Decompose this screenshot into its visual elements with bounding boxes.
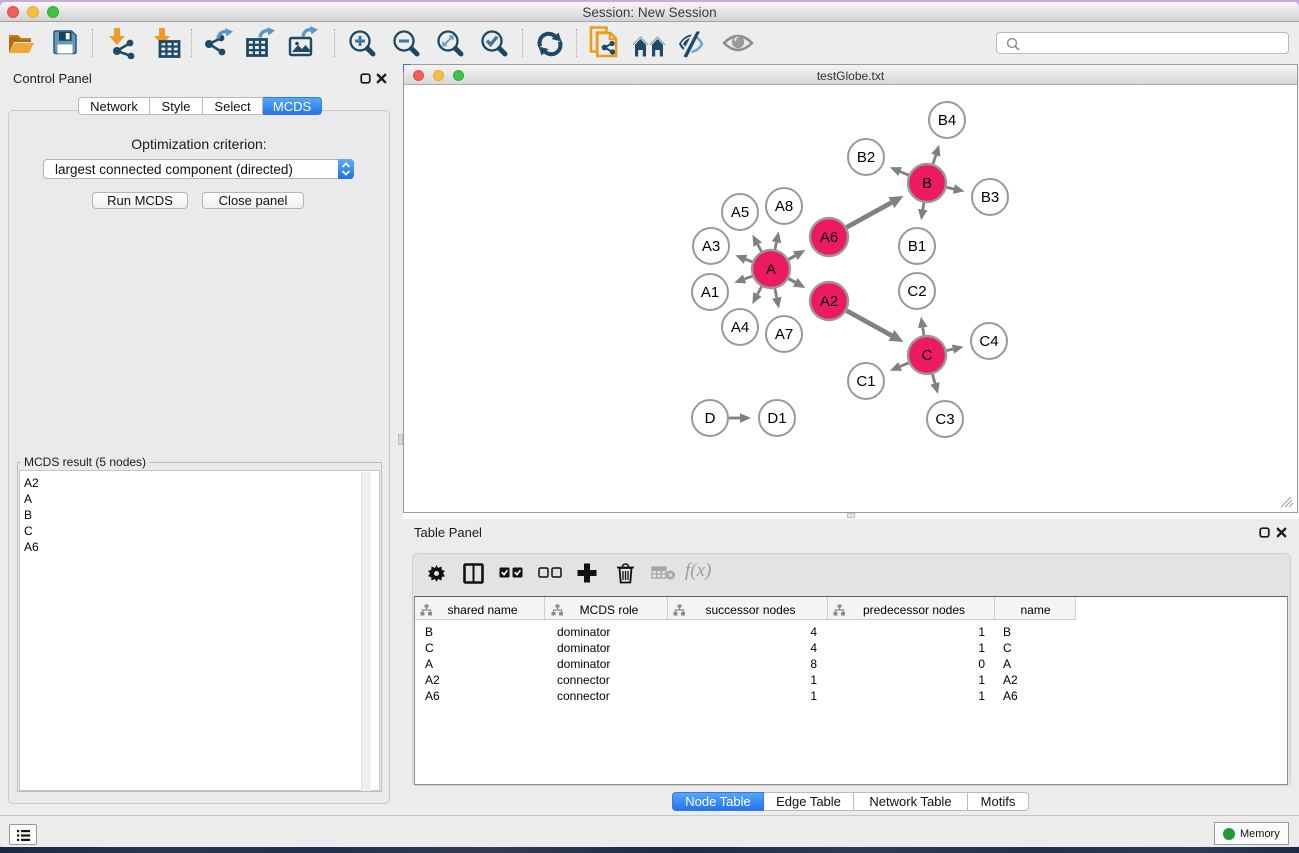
svg-text:B2: B2 <box>857 149 875 166</box>
svg-text:B1: B1 <box>908 238 926 255</box>
svg-text:D: D <box>705 410 716 427</box>
svg-text:A2: A2 <box>820 293 838 310</box>
svg-text:A7: A7 <box>775 326 793 343</box>
svg-text:A: A <box>766 261 776 278</box>
svg-text:A5: A5 <box>731 204 749 221</box>
svg-text:A6: A6 <box>820 229 838 246</box>
svg-text:C1: C1 <box>856 373 875 390</box>
svg-text:A4: A4 <box>731 319 749 336</box>
svg-text:D1: D1 <box>767 410 786 427</box>
svg-text:C2: C2 <box>907 283 926 300</box>
svg-text:C3: C3 <box>935 411 954 428</box>
svg-text:B4: B4 <box>938 112 956 129</box>
svg-text:B: B <box>922 175 932 192</box>
svg-text:A1: A1 <box>701 284 719 301</box>
svg-text:C4: C4 <box>979 333 998 350</box>
svg-text:B3: B3 <box>981 189 999 206</box>
svg-text:A8: A8 <box>775 198 793 215</box>
svg-text:C: C <box>922 347 933 364</box>
svg-text:A3: A3 <box>702 238 720 255</box>
